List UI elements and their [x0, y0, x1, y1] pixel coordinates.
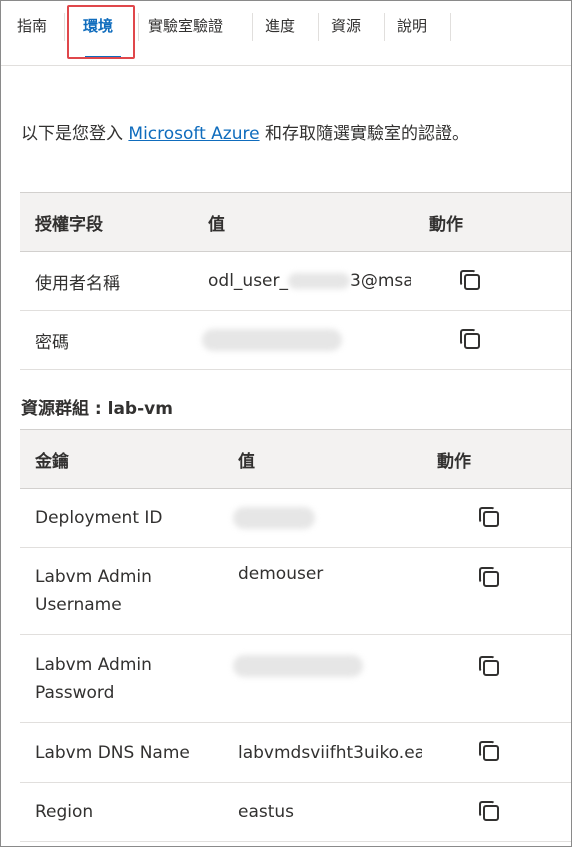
- table-row: 密碼: [20, 310, 571, 370]
- copy-icon[interactable]: [459, 328, 480, 349]
- tab-guide[interactable]: 指南: [17, 15, 47, 36]
- username-suffix: 3@msa: [350, 271, 411, 291]
- credentials-table: 授權字段 值 動作 使用者名稱 odl_user_ 3@msa 密碼: [20, 192, 571, 370]
- column-header-key: 金鑰: [20, 429, 223, 489]
- column-header-value: 值: [193, 192, 411, 252]
- intro-text: 以下是您登入 Microsoft Azure 和存取隨選實驗室的認證。: [21, 119, 469, 144]
- admin-password-label: Labvm Admin Password: [20, 634, 223, 723]
- tab-divider: [252, 13, 253, 41]
- admin-password-redacted: [233, 655, 363, 677]
- table-row: Region eastus: [20, 782, 571, 842]
- password-redacted: [202, 329, 342, 351]
- column-header-action: 動作: [422, 429, 571, 489]
- tab-bar: 指南 環境 實驗室驗證 進度 資源 說明: [1, 1, 571, 66]
- tab-divider: [450, 13, 451, 41]
- username-value[interactable]: odl_user_ 3@msa: [193, 251, 411, 311]
- deployment-id-redacted: [233, 507, 315, 529]
- username-prefix: odl_user_: [208, 271, 288, 291]
- table-row: Labvm Admin Username demouser: [20, 547, 571, 635]
- admin-username-label: Labvm Admin Username: [20, 547, 223, 635]
- username-label: 使用者名稱: [20, 251, 193, 311]
- copy-icon[interactable]: [478, 800, 499, 821]
- copy-cell: [422, 488, 571, 548]
- copy-icon[interactable]: [478, 506, 499, 527]
- tab-divider: [138, 13, 139, 41]
- tab-divider: [384, 13, 385, 41]
- resource-group-table: 金鑰 值 動作 Deployment ID Labvm Admin Userna…: [20, 429, 571, 842]
- table-row: Labvm DNS Name labvmdsviifht3uiko.ea: [20, 722, 571, 783]
- table-row: Deployment ID: [20, 488, 571, 548]
- intro-after: 和存取隨選實驗室的認證。: [259, 124, 469, 144]
- column-header-field: 授權字段: [20, 192, 193, 252]
- copy-icon[interactable]: [478, 740, 499, 761]
- azure-link[interactable]: Microsoft Azure: [128, 124, 259, 144]
- copy-icon[interactable]: [459, 269, 480, 290]
- password-value[interactable]: [193, 310, 411, 370]
- tab-divider: [318, 13, 319, 41]
- intro-before: 以下是您登入: [21, 124, 129, 144]
- username-redacted: [288, 273, 350, 289]
- table-row: Labvm Admin Password: [20, 634, 571, 723]
- deployment-id-label: Deployment ID: [20, 488, 223, 548]
- admin-username-value[interactable]: demouser: [223, 547, 422, 635]
- column-header-action: 動作: [411, 192, 571, 252]
- column-header-value: 值: [223, 429, 422, 489]
- lab-environment-panel: 指南 環境 實驗室驗證 進度 資源 說明 以下是您登入 Microsoft Az…: [0, 0, 572, 847]
- deployment-id-value[interactable]: [223, 488, 422, 548]
- copy-cell: [422, 782, 571, 842]
- tab-progress[interactable]: 進度: [265, 15, 295, 36]
- copy-cell: [422, 634, 571, 723]
- dns-name-value[interactable]: labvmdsviifht3uiko.ea: [223, 722, 422, 783]
- region-label: Region: [20, 782, 223, 842]
- copy-cell: [411, 310, 571, 370]
- tab-divider: [64, 13, 65, 41]
- copy-cell: [411, 251, 571, 311]
- copy-cell: [422, 547, 571, 635]
- table-header-row: 授權字段 值 動作: [20, 192, 571, 252]
- password-label: 密碼: [20, 310, 193, 370]
- dns-name-label: Labvm DNS Name: [20, 722, 223, 783]
- tab-resources[interactable]: 資源: [331, 15, 361, 36]
- tab-lab-validation[interactable]: 實驗室驗證: [148, 15, 223, 36]
- copy-icon[interactable]: [478, 655, 499, 676]
- copy-cell: [422, 722, 571, 783]
- region-value[interactable]: eastus: [223, 782, 422, 842]
- tab-highlight-box: [67, 5, 135, 59]
- table-header-row: 金鑰 值 動作: [20, 429, 571, 489]
- resource-group-heading: 資源群組 : lab-vm: [21, 399, 173, 419]
- table-row: 使用者名稱 odl_user_ 3@msa: [20, 251, 571, 311]
- tab-help[interactable]: 說明: [397, 15, 427, 36]
- admin-password-value[interactable]: [223, 634, 422, 723]
- copy-icon[interactable]: [478, 566, 499, 587]
